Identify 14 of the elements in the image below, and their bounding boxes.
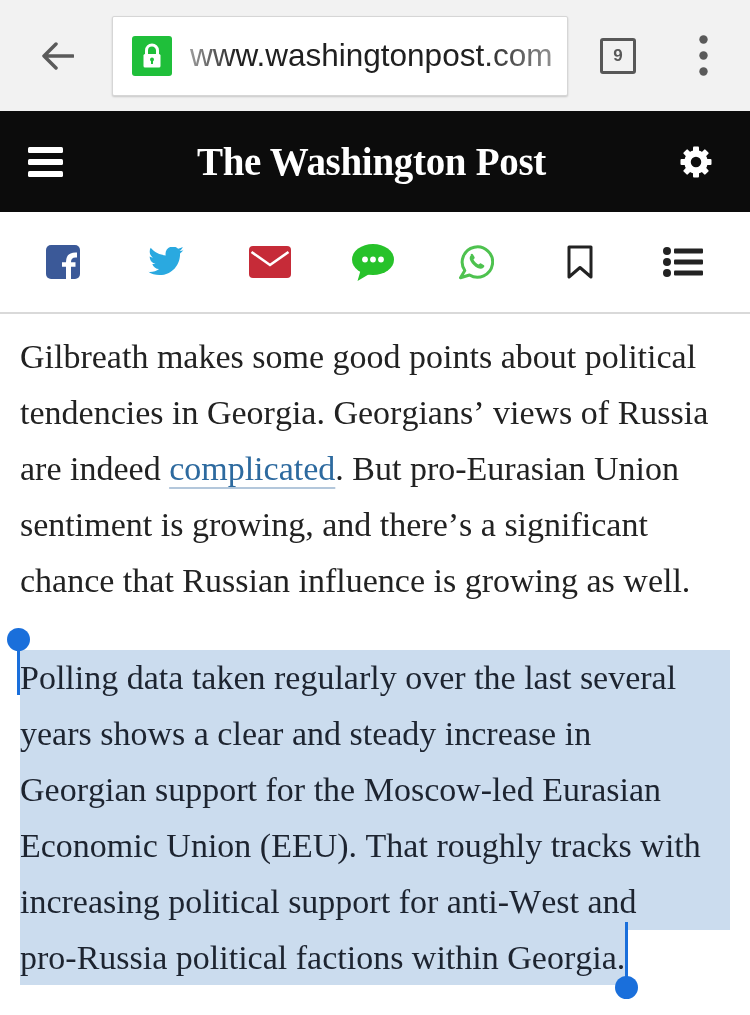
twitter-icon[interactable] [148,247,185,277]
article-paragraph: Gilbreath makes some good points about political tendencies in Georgia. Georgians’ views of Russia are indeed complicated. But pro-Eurasian Union sentiment is growing, and there’s a significant chance that Russian influence is growing as well. [20,337,710,601]
link[interactable]: complicated [169,450,336,487]
more-options-icon[interactable] [699,35,708,76]
settings-icon[interactable] [680,145,712,178]
masthead-logo: The Washington Post [197,139,546,184]
bookmark-icon[interactable] [566,245,593,279]
address-bar[interactable]: www.washingtonpost.com [112,15,568,96]
email-icon[interactable] [248,246,291,278]
tab-switcher-button[interactable]: 9 [600,37,636,74]
list-icon[interactable] [662,247,703,277]
facebook-icon[interactable] [46,245,81,279]
menu-icon[interactable] [28,146,63,177]
back-arrow-icon[interactable] [40,40,74,71]
